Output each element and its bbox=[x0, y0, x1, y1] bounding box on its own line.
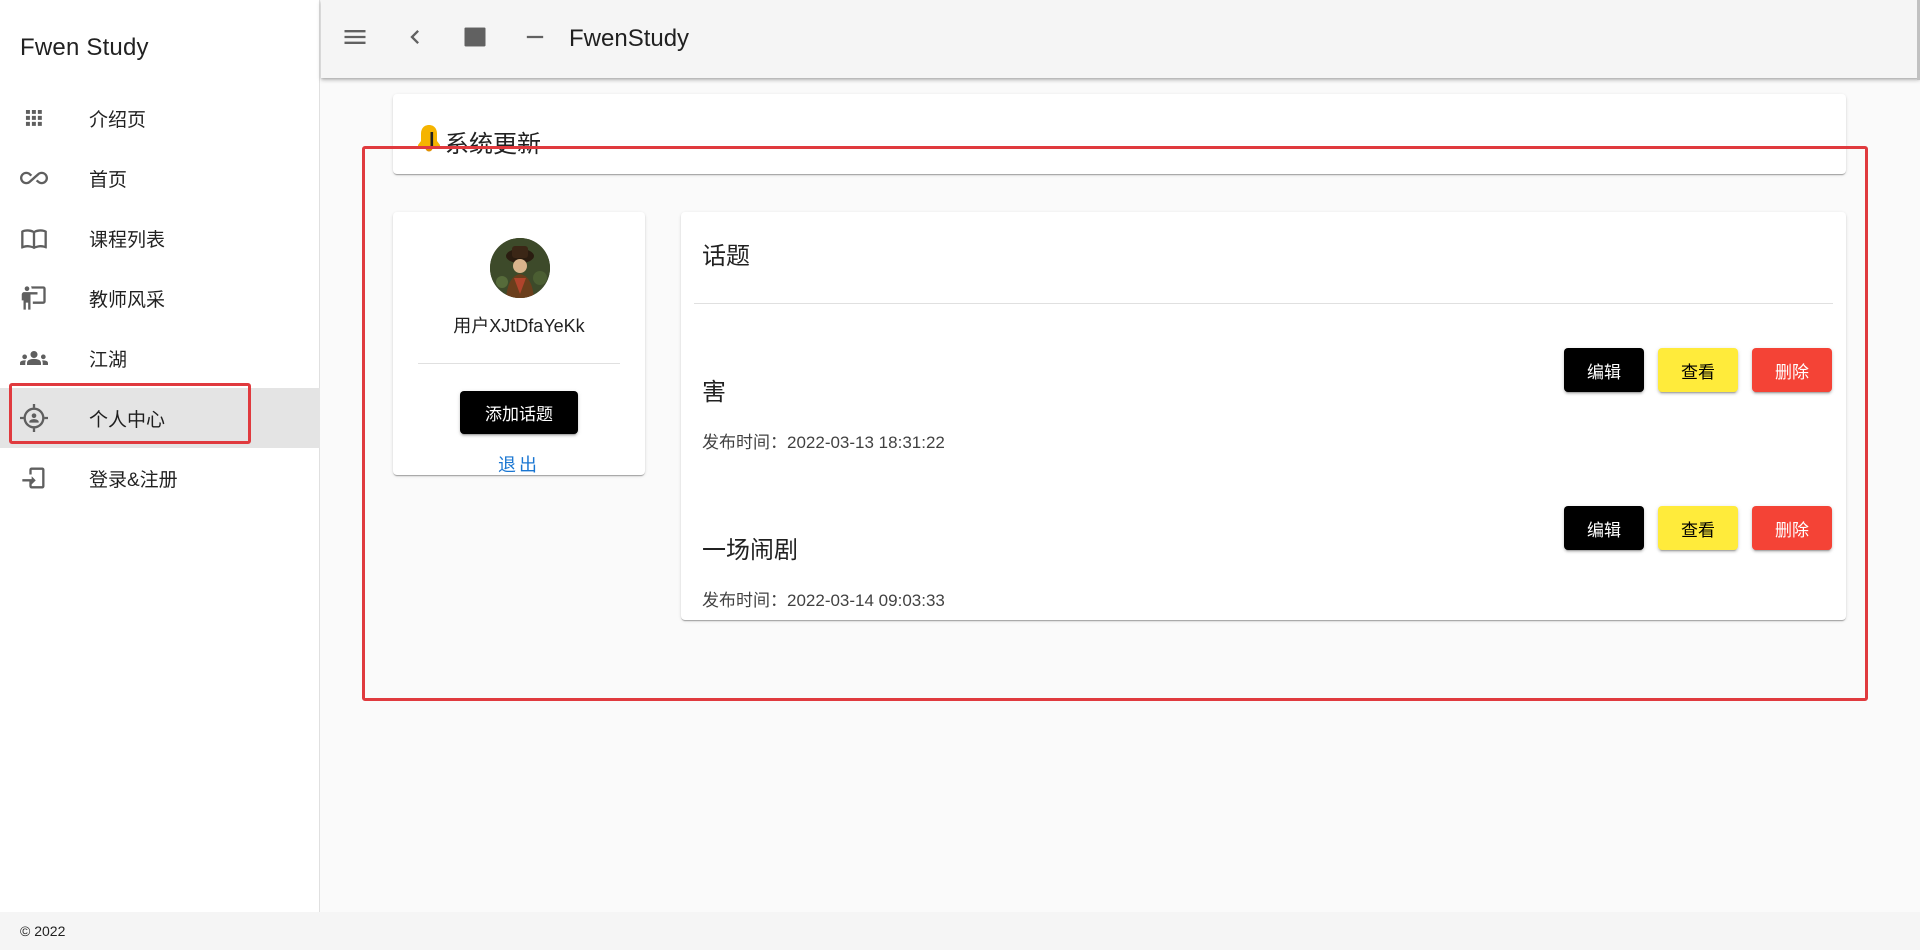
window-icon bbox=[461, 23, 489, 56]
teacher-icon bbox=[20, 284, 48, 312]
account-target-icon bbox=[20, 404, 48, 432]
add-topic-button[interactable]: 添加话题 bbox=[460, 391, 578, 434]
people-icon bbox=[20, 344, 48, 372]
topic-publish-time: 发布时间：2022-03-14 09:03:33 bbox=[702, 591, 945, 610]
menu-icon bbox=[341, 23, 369, 56]
divider bbox=[418, 363, 620, 364]
topic-publish-time: 发布时间：2022-03-13 18:31:22 bbox=[702, 433, 945, 452]
top-app-bar: FwenStudy bbox=[321, 0, 1920, 78]
system-update-card: 系统更新 bbox=[393, 94, 1846, 174]
sidebar: Fwen Study 介绍页 首页 课程列表 教师风采 江湖 个人中心 登录&注… bbox=[0, 0, 320, 912]
avatar bbox=[490, 238, 550, 298]
divider bbox=[694, 303, 1833, 304]
sidebar-item-community[interactable]: 江湖 bbox=[0, 328, 320, 388]
minimize-button[interactable] bbox=[511, 15, 559, 63]
topics-header: 话题 bbox=[702, 243, 750, 270]
topic-actions: 编辑 查看 删除 bbox=[1564, 506, 1832, 550]
sidebar-item-home[interactable]: 首页 bbox=[0, 148, 320, 208]
topic-item: 一场闹剧 发布时间：2022-03-14 09:03:33 编辑 查看 删除 bbox=[681, 486, 1846, 626]
copyright-text: © 2022 bbox=[20, 923, 66, 939]
footer: © 2022 bbox=[0, 912, 1920, 950]
delete-button[interactable]: 删除 bbox=[1752, 348, 1832, 392]
sidebar-item-intro[interactable]: 介绍页 bbox=[0, 88, 320, 148]
view-button[interactable]: 查看 bbox=[1658, 348, 1738, 392]
sidebar-item-courses[interactable]: 课程列表 bbox=[0, 208, 320, 268]
sidebar-item-label: 介绍页 bbox=[89, 109, 147, 131]
logout-link[interactable]: 退出 bbox=[393, 451, 645, 477]
edit-button[interactable]: 编辑 bbox=[1564, 506, 1644, 550]
sidebar-item-label: 登录&注册 bbox=[89, 469, 178, 491]
username: 用户XJtDfaYeKk bbox=[453, 316, 585, 336]
topic-title: 一场闹剧 bbox=[702, 537, 798, 564]
sidebar-nav: 介绍页 首页 课程列表 教师风采 江湖 个人中心 登录&注册 bbox=[0, 88, 320, 508]
login-icon bbox=[20, 464, 48, 492]
sidebar-item-label: 个人中心 bbox=[89, 409, 166, 431]
apps-grid-icon bbox=[20, 104, 48, 132]
menu-button[interactable] bbox=[331, 15, 379, 63]
chevron-left-icon bbox=[401, 23, 429, 56]
sidebar-item-profile[interactable]: 个人中心 bbox=[0, 388, 320, 448]
sidebar-item-label: 江湖 bbox=[89, 349, 128, 371]
sidebar-item-label: 首页 bbox=[89, 169, 128, 191]
infinity-icon bbox=[20, 164, 48, 192]
profile-card: 用户XJtDfaYeKk 添加话题 退出 bbox=[393, 212, 645, 475]
topic-title: 害 bbox=[702, 379, 726, 406]
topic-item: 害 发布时间：2022-03-13 18:31:22 编辑 查看 删除 bbox=[681, 328, 1846, 468]
book-open-icon bbox=[20, 224, 48, 252]
window-button[interactable] bbox=[451, 15, 499, 63]
view-button[interactable]: 查看 bbox=[1658, 506, 1738, 550]
sidebar-item-label: 教师风采 bbox=[89, 289, 166, 311]
edit-button[interactable]: 编辑 bbox=[1564, 348, 1644, 392]
brand-title: Fwen Study bbox=[20, 34, 149, 61]
bell-icon bbox=[415, 122, 445, 161]
delete-button[interactable]: 删除 bbox=[1752, 506, 1832, 550]
system-update-label: 系统更新 bbox=[445, 131, 541, 158]
sidebar-item-label: 课程列表 bbox=[89, 229, 166, 251]
minus-icon bbox=[521, 23, 549, 56]
topic-actions: 编辑 查看 删除 bbox=[1564, 348, 1832, 392]
sidebar-item-teachers[interactable]: 教师风采 bbox=[0, 268, 320, 328]
app-title: FwenStudy bbox=[569, 25, 690, 52]
back-button[interactable] bbox=[391, 15, 439, 63]
sidebar-item-login[interactable]: 登录&注册 bbox=[0, 448, 320, 508]
topics-card: 话题 害 发布时间：2022-03-13 18:31:22 编辑 查看 删除 一… bbox=[681, 212, 1846, 620]
system-update-title: 系统更新 bbox=[415, 122, 541, 161]
